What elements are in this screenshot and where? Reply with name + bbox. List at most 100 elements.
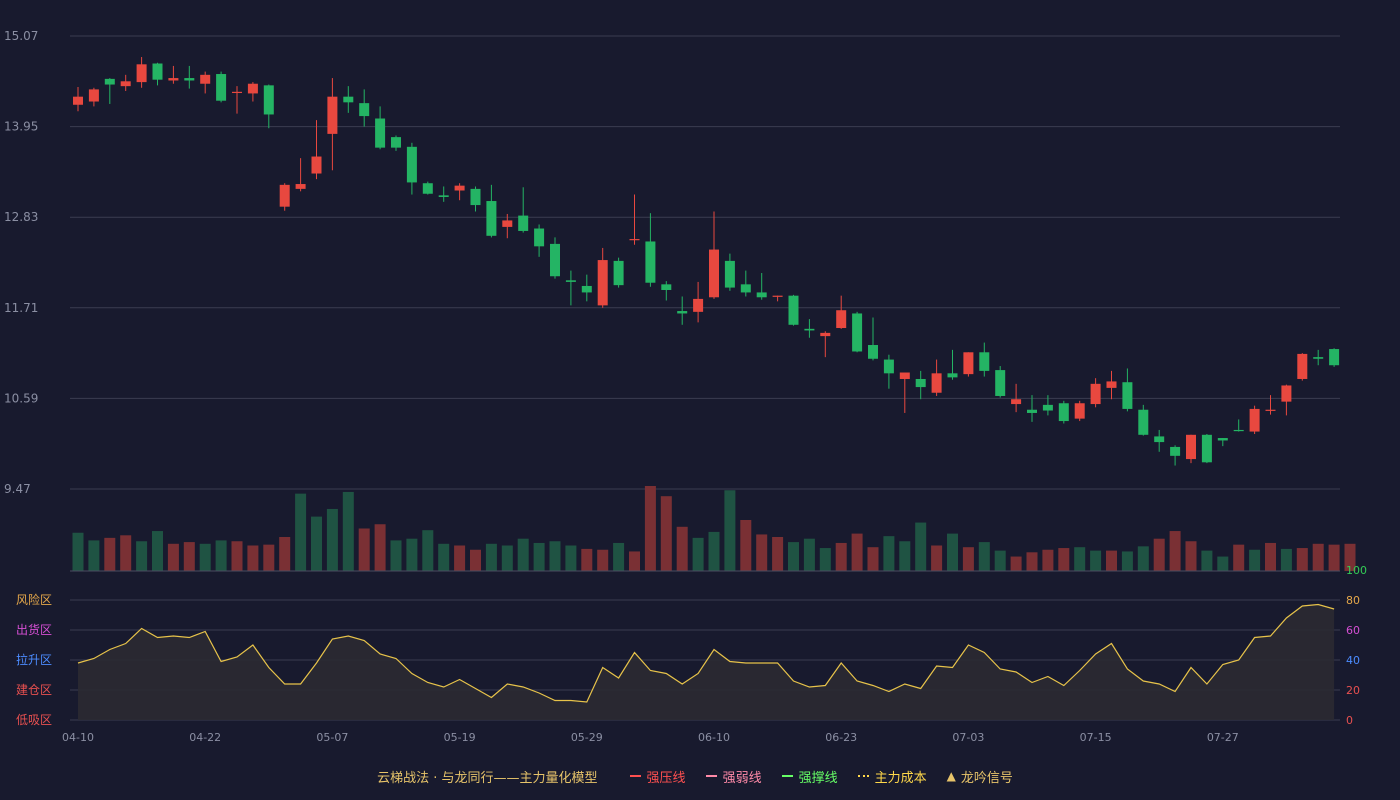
candle-body bbox=[565, 280, 576, 282]
candle-body bbox=[359, 103, 370, 117]
volume-bar bbox=[1249, 549, 1261, 571]
legend-label: 强压线 bbox=[646, 770, 686, 786]
volume-bar bbox=[136, 541, 148, 571]
legend-swatch-strong-pressure bbox=[629, 775, 641, 777]
candle-body bbox=[597, 260, 608, 306]
candle-body bbox=[136, 64, 147, 83]
legend-label: 主力成本 bbox=[874, 770, 927, 786]
volume-bar bbox=[644, 486, 656, 571]
candle-body bbox=[899, 372, 910, 379]
legend-item-strength-line[interactable]: 强弱线 bbox=[705, 767, 762, 786]
volume-bar bbox=[1233, 544, 1245, 571]
candle-body bbox=[1233, 429, 1244, 432]
indicator-tick-label: 0 bbox=[1346, 714, 1353, 727]
volume-bar bbox=[517, 538, 529, 571]
candle-body bbox=[963, 352, 974, 375]
volume-bar bbox=[899, 541, 911, 571]
candle-body bbox=[422, 183, 433, 194]
candle-body bbox=[391, 137, 401, 148]
candle-body bbox=[343, 96, 354, 103]
candle-body bbox=[375, 118, 386, 148]
candle-body bbox=[184, 78, 195, 81]
legend-swatch-strength-line bbox=[705, 775, 717, 777]
volume-bar bbox=[533, 542, 545, 571]
legend-item-main-cost[interactable]: 主力成本 bbox=[857, 767, 927, 786]
zone-label: 拉升区 bbox=[16, 652, 52, 667]
volume-bar bbox=[358, 528, 370, 571]
volume-bar bbox=[454, 545, 466, 571]
volume-bar bbox=[565, 545, 577, 571]
candle-body bbox=[311, 156, 322, 174]
candle-body bbox=[1201, 434, 1212, 463]
candle-body bbox=[518, 215, 529, 231]
candle-body bbox=[502, 220, 513, 227]
candle-body bbox=[709, 249, 719, 298]
candle-body bbox=[232, 91, 242, 94]
candle-body bbox=[534, 228, 545, 247]
candle-body bbox=[1154, 436, 1165, 443]
volume-bar bbox=[1280, 548, 1292, 571]
volume-bar bbox=[978, 542, 990, 571]
candle-body bbox=[820, 332, 831, 337]
volume-bar bbox=[183, 542, 195, 571]
volume-bar bbox=[295, 493, 307, 571]
volume-bar bbox=[1137, 546, 1149, 571]
candle-body bbox=[454, 185, 465, 191]
candle-body bbox=[1329, 349, 1340, 366]
legend-swatch-strong-support bbox=[781, 775, 793, 777]
volume-bar bbox=[1090, 550, 1102, 571]
candle-body bbox=[581, 285, 592, 293]
candle-body bbox=[1138, 409, 1149, 435]
candle-body bbox=[104, 78, 115, 85]
candle-body bbox=[852, 313, 863, 352]
candle-body bbox=[740, 284, 751, 293]
volume-bar bbox=[772, 537, 784, 571]
volume-bar bbox=[120, 535, 132, 571]
volume-bar bbox=[1217, 556, 1229, 571]
volume-bar bbox=[342, 491, 354, 571]
legend-swatch-main-cost bbox=[857, 775, 869, 777]
volume-bar bbox=[279, 537, 291, 571]
volume-bar bbox=[215, 540, 227, 571]
candle-body bbox=[247, 83, 258, 94]
candle-body bbox=[947, 373, 958, 378]
volume-bar bbox=[1201, 550, 1213, 571]
legend-item-strong-pressure[interactable]: 强压线 bbox=[629, 767, 686, 786]
price-tick-label: 13.95 bbox=[4, 120, 38, 134]
candle-body bbox=[629, 239, 640, 241]
volume-bar bbox=[374, 524, 386, 571]
price-grid bbox=[70, 35, 1340, 490]
volume-bar bbox=[438, 543, 450, 571]
candle-body bbox=[1058, 403, 1069, 422]
x-tick-label: 06-10 bbox=[698, 731, 730, 744]
candle-body bbox=[295, 184, 306, 189]
candle-body bbox=[1281, 385, 1292, 402]
volume-bar bbox=[947, 533, 958, 571]
volume-bar bbox=[931, 545, 943, 571]
candle-body bbox=[263, 85, 274, 115]
candle-body bbox=[645, 241, 656, 283]
candle-body bbox=[486, 201, 497, 236]
volume-bar bbox=[152, 531, 163, 571]
volume-bar bbox=[199, 543, 211, 571]
candle-body bbox=[868, 345, 878, 359]
x-tick-label: 04-22 bbox=[189, 731, 221, 744]
volume-bar bbox=[1058, 548, 1070, 571]
legend-item-dragon-signal[interactable]: ▲ 龙吟信号 bbox=[947, 767, 1013, 786]
volume-bar bbox=[803, 538, 815, 571]
volume-bar bbox=[962, 547, 974, 571]
price-tick-label: 12.83 bbox=[4, 210, 38, 224]
candle-body bbox=[1090, 383, 1101, 405]
volume-bar bbox=[470, 549, 481, 571]
volume-bar bbox=[1106, 550, 1117, 571]
legend-item-strong-support[interactable]: 强撑线 bbox=[781, 767, 838, 786]
candle-body bbox=[1265, 409, 1276, 411]
volume-bar bbox=[1074, 547, 1086, 571]
indicator-tick-label: 100 bbox=[1346, 564, 1367, 577]
candle-body bbox=[915, 378, 926, 388]
candle-body bbox=[120, 81, 131, 87]
volume-bar bbox=[756, 534, 768, 571]
indicator-right-axis: 100 80 60 40 20 0 bbox=[1346, 564, 1367, 727]
candle-body bbox=[836, 310, 847, 329]
volume-bar bbox=[724, 490, 736, 571]
